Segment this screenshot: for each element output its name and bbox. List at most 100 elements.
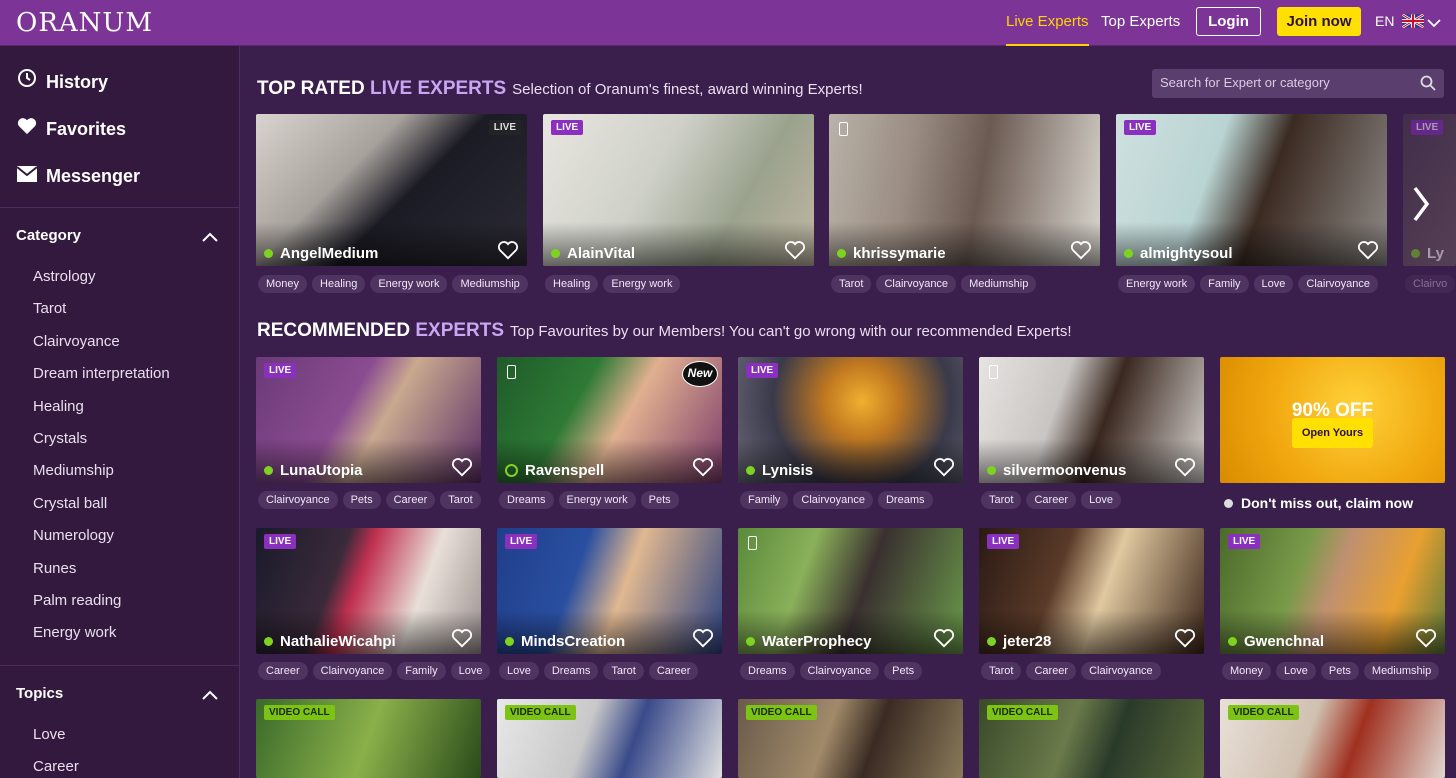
expert-card-ravenspell[interactable]: New Ravenspell — [497, 357, 722, 483]
oranum-logo[interactable]: ORANUM — [16, 8, 153, 38]
expert-card-video-call[interactable]: VIDEO CALL — [979, 699, 1204, 778]
sidebar-item-favorites[interactable]: Favorites — [16, 117, 126, 140]
tag[interactable]: Pets — [640, 491, 679, 509]
sidebar-item-history[interactable]: History — [16, 68, 108, 93]
heart-outline-icon[interactable] — [692, 628, 714, 648]
chevron-up-icon[interactable] — [200, 230, 220, 244]
expert-card-video-call[interactable]: VIDEO CALL — [497, 699, 722, 778]
tag[interactable]: Clairvoyance — [793, 491, 873, 509]
tag[interactable]: Energy work — [1118, 275, 1196, 293]
login-button[interactable]: Login — [1196, 7, 1261, 36]
tag[interactable]: Clairvoyance — [799, 662, 880, 680]
tag[interactable]: Tarot — [981, 662, 1022, 680]
tag[interactable]: Clairvoyance — [1298, 275, 1378, 293]
tag[interactable]: Family — [740, 491, 789, 509]
tag[interactable]: Tarot — [440, 491, 481, 509]
heart-outline-icon[interactable] — [1174, 628, 1196, 648]
category-healing[interactable]: Healing — [33, 398, 84, 415]
tag[interactable]: Career — [1026, 491, 1077, 509]
category-crystal-ball[interactable]: Crystal ball — [33, 495, 107, 512]
heart-outline-icon[interactable] — [692, 457, 714, 477]
tag[interactable]: Tarot — [603, 662, 644, 680]
search-bar[interactable] — [1152, 69, 1444, 98]
tag[interactable]: Clairvoyance — [876, 275, 957, 293]
promo-caption[interactable]: Don't miss out, claim now — [1224, 495, 1413, 511]
tag[interactable]: Energy work — [603, 275, 681, 293]
tag[interactable]: Clairvo — [1405, 275, 1456, 293]
tag[interactable]: Energy work — [558, 491, 636, 509]
category-astrology[interactable]: Astrology — [33, 268, 96, 285]
heart-outline-icon[interactable] — [451, 628, 473, 648]
heart-outline-icon[interactable] — [1415, 628, 1437, 648]
tag[interactable]: Career — [385, 491, 436, 509]
category-crystals[interactable]: Crystals — [33, 430, 87, 447]
tag[interactable]: Dreams — [877, 491, 933, 509]
join-now-button[interactable]: Join now — [1277, 7, 1361, 36]
tag[interactable]: Family — [1200, 275, 1249, 293]
tag[interactable]: Money — [1222, 662, 1272, 680]
chevron-up-icon[interactable] — [200, 688, 220, 702]
nav-live-experts[interactable]: Live Experts — [1006, 13, 1089, 46]
heart-outline-icon[interactable] — [497, 240, 519, 260]
expert-card-lynisis[interactable]: LIVE Lynisis — [738, 357, 963, 483]
tag[interactable]: Pets — [342, 491, 381, 509]
expert-card-khrissymarie[interactable]: khrissymarie — [829, 114, 1100, 266]
category-heading[interactable]: Category — [16, 227, 81, 244]
tag[interactable]: Career — [648, 662, 699, 680]
topics-heading[interactable]: Topics — [16, 685, 63, 702]
category-tarot[interactable]: Tarot — [33, 300, 66, 317]
tag[interactable]: Money — [258, 275, 308, 293]
tag[interactable]: Love — [499, 662, 539, 680]
expert-card-angelmedium[interactable]: LIVE AngelMedium — [256, 114, 527, 266]
chevron-down-icon[interactable] — [1426, 15, 1442, 31]
sidebar-item-messenger[interactable]: Messenger — [16, 166, 140, 187]
tag[interactable]: Clairvoyance — [258, 491, 338, 509]
promo-card[interactable]: 90% OFF Open Yours — [1220, 357, 1445, 483]
category-runes[interactable]: Runes — [33, 560, 76, 577]
expert-card-video-call[interactable]: VIDEO CALL — [256, 699, 481, 778]
expert-card-waterprophecy[interactable]: WaterProphecy — [738, 528, 963, 654]
tag[interactable]: Family — [397, 662, 446, 680]
expert-card-video-call[interactable]: VIDEO CALL — [1220, 699, 1445, 778]
category-mediumship[interactable]: Mediumship — [33, 462, 114, 479]
expert-card-gwenchnal[interactable]: LIVE Gwenchnal — [1220, 528, 1445, 654]
category-palm-reading[interactable]: Palm reading — [33, 592, 121, 609]
tag[interactable]: Pets — [1320, 662, 1359, 680]
tag[interactable]: Love — [1253, 275, 1294, 293]
heart-outline-icon[interactable] — [933, 457, 955, 477]
tag[interactable]: Career — [1026, 662, 1077, 680]
heart-outline-icon[interactable] — [1357, 240, 1379, 260]
heart-outline-icon[interactable] — [933, 628, 955, 648]
language-selector[interactable]: EN — [1375, 13, 1425, 29]
tag[interactable]: Mediumship — [452, 275, 528, 293]
heart-outline-icon[interactable] — [1174, 457, 1196, 477]
tag[interactable]: Tarot — [981, 491, 1022, 509]
expert-card-nathaliewicahpi[interactable]: LIVE NathalieWicahpi — [256, 528, 481, 654]
heart-outline-icon[interactable] — [1070, 240, 1092, 260]
tag[interactable]: Career — [258, 662, 308, 680]
tag[interactable]: Healing — [312, 275, 366, 293]
expert-card-almightysoul[interactable]: LIVE almightysoul — [1116, 114, 1387, 266]
tag[interactable]: Healing — [545, 275, 599, 293]
heart-outline-icon[interactable] — [451, 457, 473, 477]
topic-love[interactable]: Love — [33, 726, 66, 743]
expert-card-video-call[interactable]: VIDEO CALL — [738, 699, 963, 778]
tag[interactable]: Dreams — [499, 491, 554, 509]
tag[interactable]: Dreams — [543, 662, 599, 680]
expert-card-mindscreation[interactable]: LIVE MindsCreation — [497, 528, 722, 654]
tag[interactable]: Clairvoyance — [312, 662, 393, 680]
tag[interactable]: Love — [1276, 662, 1316, 680]
tag[interactable]: Love — [1081, 491, 1121, 509]
tag[interactable]: Mediumship — [961, 275, 1037, 293]
open-yours-button[interactable]: Open Yours — [1292, 418, 1373, 448]
chevron-right-icon[interactable] — [1411, 184, 1431, 224]
category-numerology[interactable]: Numerology — [33, 527, 114, 544]
tag[interactable]: Pets — [884, 662, 923, 680]
nav-top-experts[interactable]: Top Experts — [1101, 13, 1180, 30]
topic-career[interactable]: Career — [33, 758, 79, 775]
tag[interactable]: Love — [450, 662, 491, 680]
tag[interactable]: Energy work — [370, 275, 448, 293]
heart-outline-icon[interactable] — [784, 240, 806, 260]
search-input[interactable] — [1160, 75, 1410, 90]
expert-card-jeter28[interactable]: LIVE jeter28 — [979, 528, 1204, 654]
